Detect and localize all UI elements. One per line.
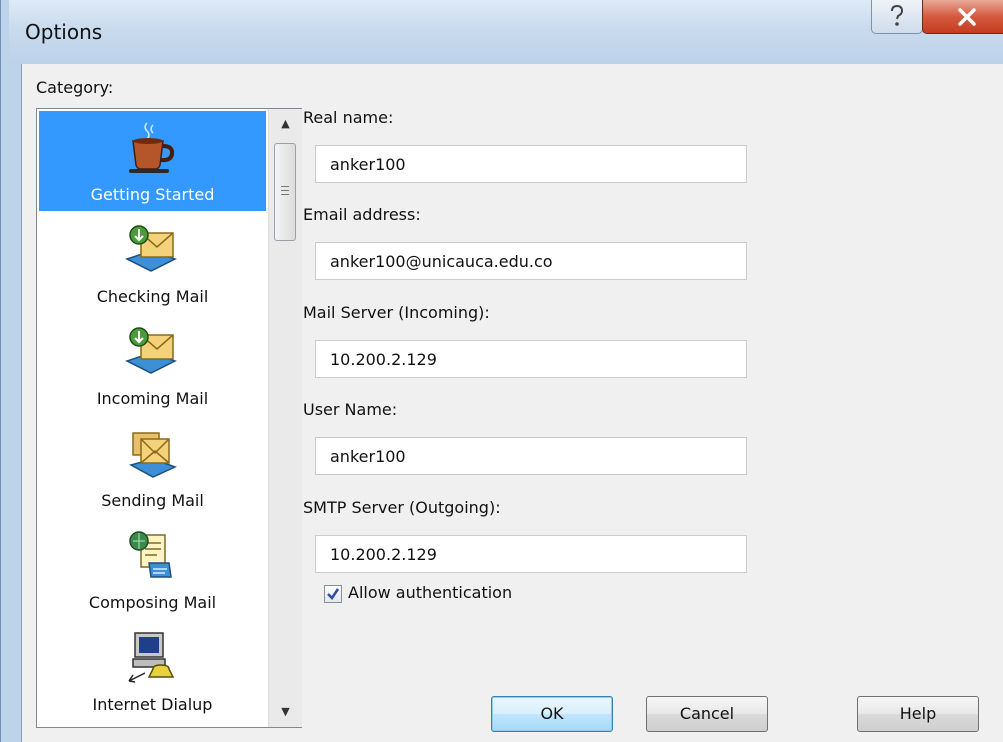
category-item-label: Internet Dialup <box>92 695 213 714</box>
smtp-server-label: SMTP Server (Outgoing): <box>303 498 501 517</box>
question-mark-icon <box>891 4 904 26</box>
email-input[interactable] <box>315 242 747 280</box>
title-bar[interactable]: Options <box>9 0 1003 64</box>
category-label: Category: <box>36 78 114 97</box>
category-item-label: Checking Mail <box>96 287 209 306</box>
username-input[interactable] <box>315 437 747 475</box>
ok-button[interactable]: OK <box>491 696 613 732</box>
scroll-up-button[interactable]: ▲ <box>269 109 302 139</box>
help-button[interactable]: Help <box>857 696 979 732</box>
grip-icon <box>281 186 289 198</box>
computer-dialup-icon <box>128 632 175 683</box>
incoming-server-input[interactable] <box>315 340 747 378</box>
allow-authentication-checkbox[interactable] <box>324 585 342 603</box>
close-icon <box>958 8 976 26</box>
dialog-client-area: Category: Getting Started Checking Mail … <box>21 64 1003 742</box>
category-item-incoming-mail[interactable]: Incoming Mail <box>39 315 266 415</box>
mail-compose-icon <box>129 531 172 578</box>
arrow-up-icon: ▲ <box>281 117 290 130</box>
options-dialog: Options Category: Getting Started Checki… <box>0 0 1003 742</box>
category-item-label: Sending Mail <box>101 491 204 510</box>
cancel-button[interactable]: Cancel <box>646 696 768 732</box>
coffee-cup-icon <box>129 122 175 173</box>
close-button[interactable] <box>922 0 1003 34</box>
arrow-down-icon: ▼ <box>281 705 290 718</box>
incoming-server-label: Mail Server (Incoming): <box>303 303 490 322</box>
allow-authentication-label: Allow authentication <box>348 583 513 602</box>
smtp-server-input[interactable] <box>315 535 747 573</box>
scroll-down-button[interactable]: ▼ <box>269 697 302 727</box>
category-item-label: Getting Started <box>90 185 215 204</box>
category-item-sending-mail[interactable]: Sending Mail <box>39 417 266 517</box>
real-name-input[interactable] <box>315 145 747 183</box>
category-item-composing-mail[interactable]: Composing Mail <box>39 519 266 619</box>
mail-download-icon <box>125 225 177 272</box>
category-item-internet-dialup[interactable]: Internet Dialup <box>39 621 266 721</box>
category-item-label: Composing Mail <box>88 593 217 612</box>
real-name-label: Real name: <box>303 108 394 127</box>
category-list[interactable]: Getting Started Checking Mail Incoming M… <box>36 108 302 728</box>
category-item-getting-started[interactable]: Getting Started <box>39 111 266 211</box>
email-label: Email address: <box>303 205 421 224</box>
context-help-button[interactable] <box>871 0 923 34</box>
category-item-checking-mail[interactable]: Checking Mail <box>39 213 266 313</box>
mail-send-icon <box>129 432 177 478</box>
mail-inbox-icon <box>125 327 177 374</box>
category-scrollbar[interactable]: ▲ ▼ <box>268 109 302 727</box>
username-label: User Name: <box>303 400 398 419</box>
scroll-thumb[interactable] <box>274 143 296 241</box>
window-title: Options <box>25 20 103 44</box>
category-item-label: Incoming Mail <box>96 389 209 408</box>
checkmark-icon <box>327 588 340 600</box>
